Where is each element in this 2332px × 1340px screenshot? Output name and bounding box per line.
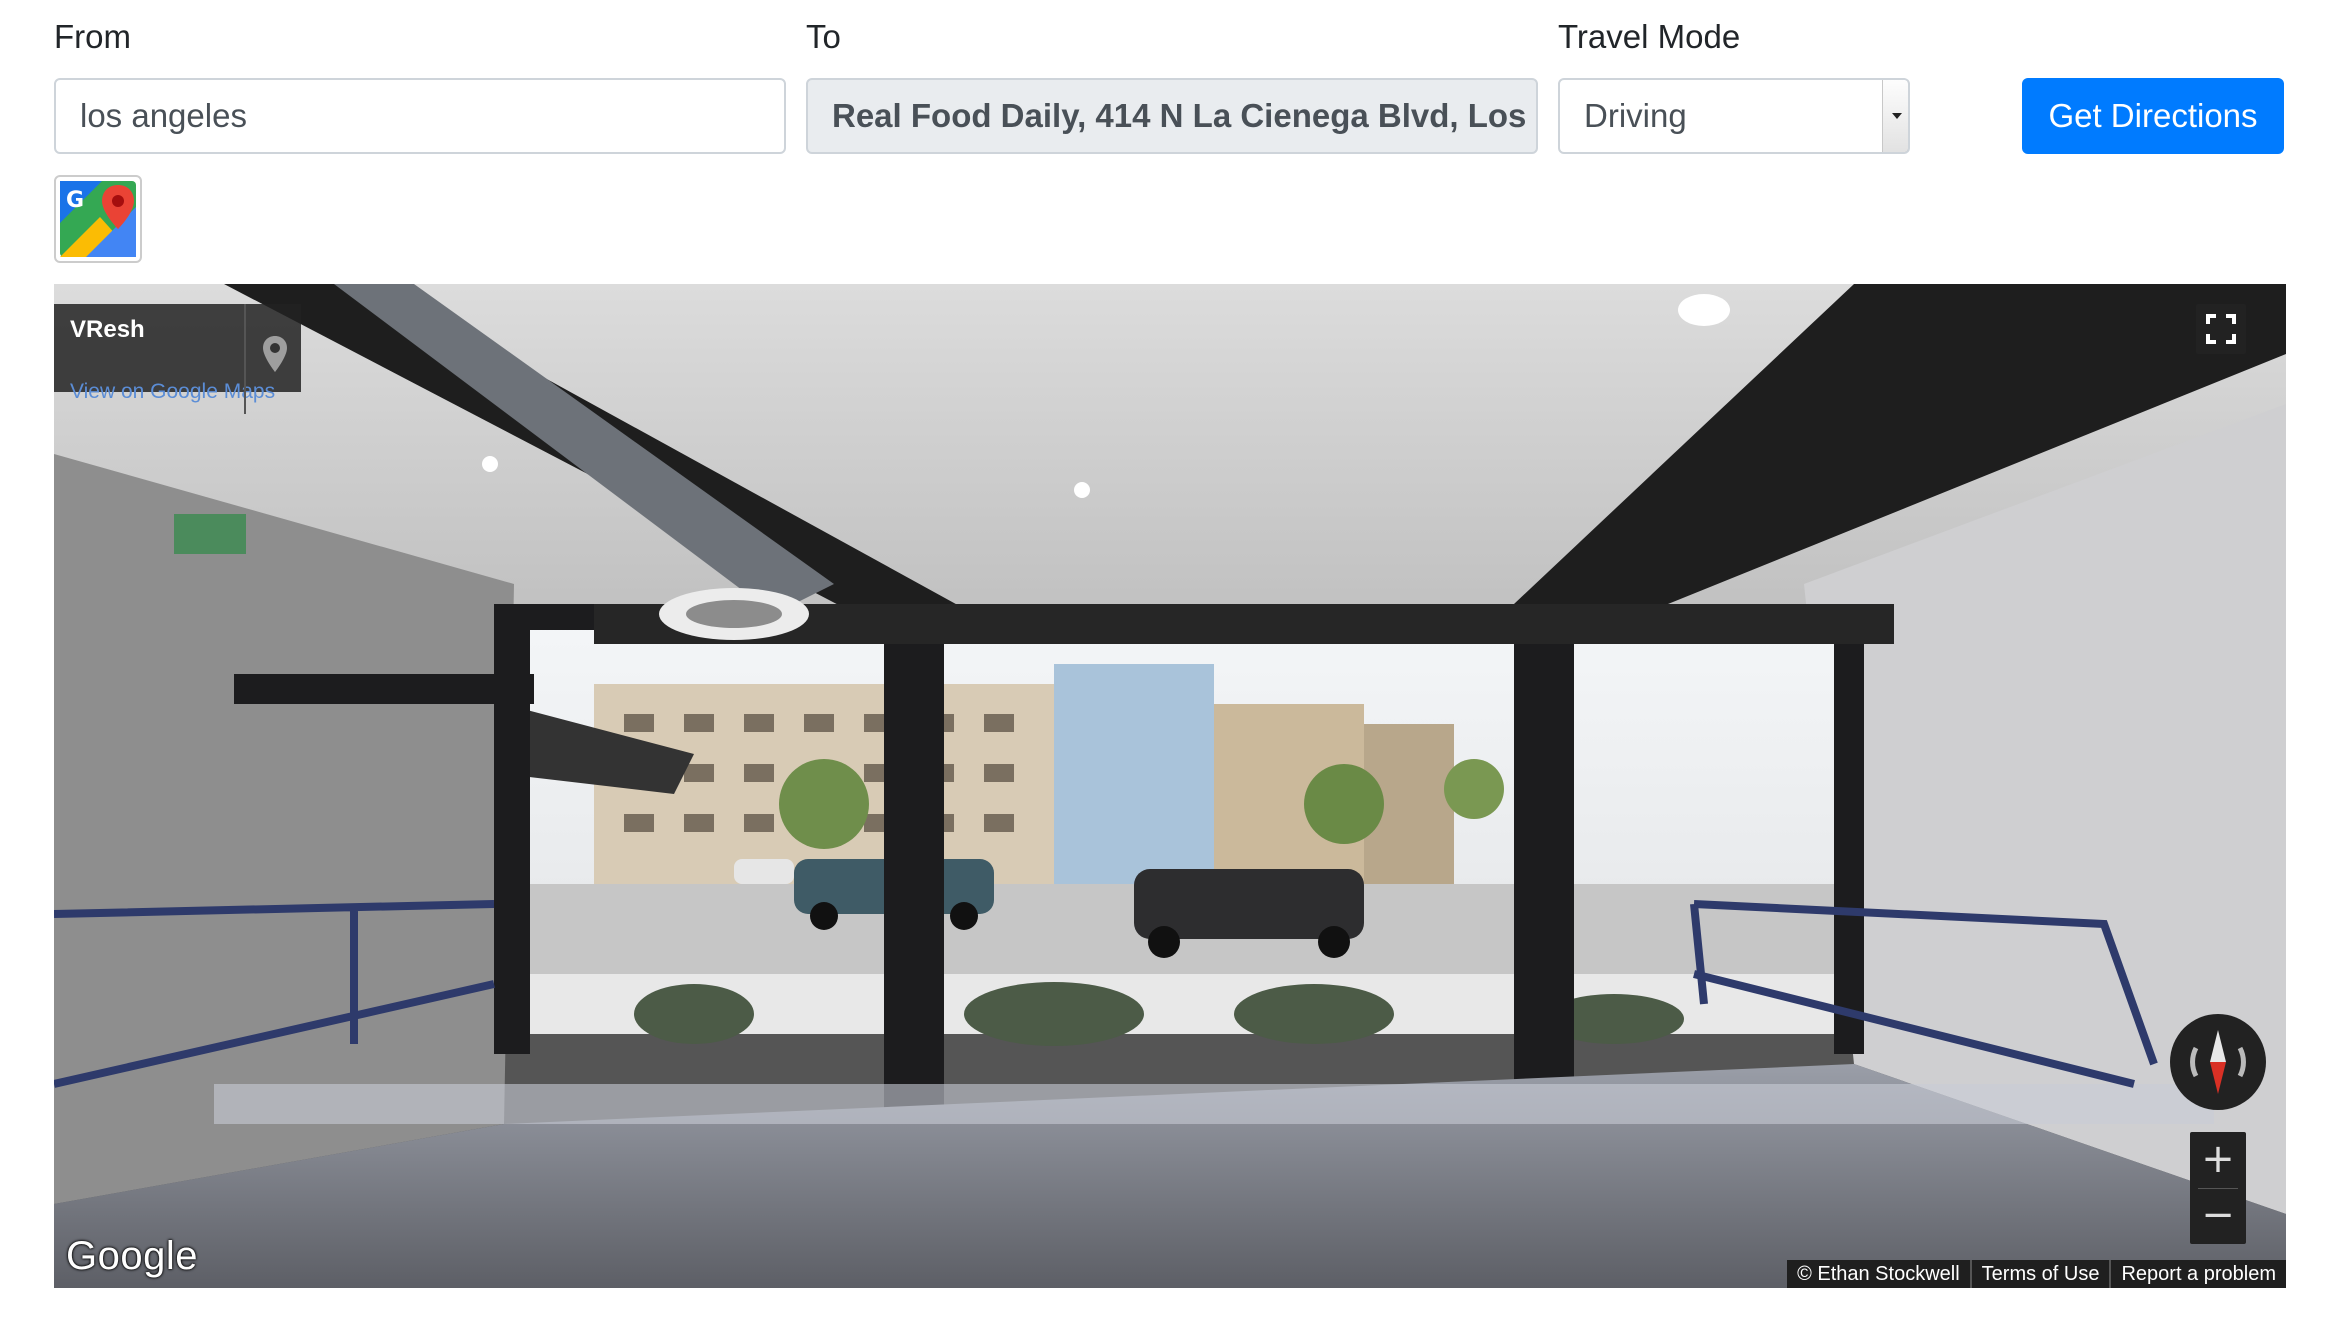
- travel-mode-label: Travel Mode: [1558, 18, 1741, 55]
- from-input-value: los angeles: [80, 97, 247, 134]
- street-view-image: [54, 284, 2286, 1288]
- to-input[interactable]: Real Food Daily, 414 N La Cienega Blvd, …: [806, 78, 1538, 154]
- google-logo: Google: [66, 1234, 198, 1278]
- zoom-control: + −: [2190, 1132, 2246, 1244]
- to-label: To: [806, 18, 841, 55]
- report-problem-link[interactable]: Report a problem: [2109, 1260, 2286, 1288]
- compass-icon: [2190, 1030, 2246, 1094]
- terms-of-use-link[interactable]: Terms of Use: [1969, 1260, 2110, 1288]
- compass-control[interactable]: [2170, 1014, 2266, 1110]
- svg-text:G: G: [66, 188, 84, 213]
- street-view-panorama[interactable]: VResh View on Google Maps + − Google © E…: [54, 284, 2286, 1288]
- copyright-text: © Ethan Stockwell: [1797, 1263, 1960, 1285]
- google-maps-icon: G: [60, 181, 136, 257]
- travel-mode-value: Driving: [1584, 97, 1687, 134]
- to-input-value: Real Food Daily, 414 N La Cienega Blvd, …: [832, 97, 1527, 134]
- place-card-divider: [244, 304, 246, 414]
- fullscreen-button[interactable]: [2196, 304, 2246, 354]
- google-maps-button[interactable]: G: [54, 175, 142, 263]
- fullscreen-icon: [2206, 314, 2236, 344]
- travel-mode-select[interactable]: Driving: [1558, 78, 1910, 154]
- place-name: VResh: [70, 316, 145, 343]
- zoom-divider: [2198, 1188, 2238, 1189]
- attribution-bar: © Ethan Stockwell Terms of Use Report a …: [1787, 1260, 2286, 1288]
- zoom-out-button[interactable]: −: [2190, 1188, 2246, 1244]
- map-pin-icon[interactable]: [260, 334, 290, 374]
- chevron-down-icon[interactable]: [1882, 80, 1908, 152]
- from-input[interactable]: los angeles: [54, 78, 786, 154]
- get-directions-button[interactable]: Get Directions: [2022, 78, 2284, 154]
- zoom-in-button[interactable]: +: [2190, 1132, 2246, 1188]
- from-label: From: [54, 18, 131, 55]
- place-card: VResh View on Google Maps: [54, 304, 301, 414]
